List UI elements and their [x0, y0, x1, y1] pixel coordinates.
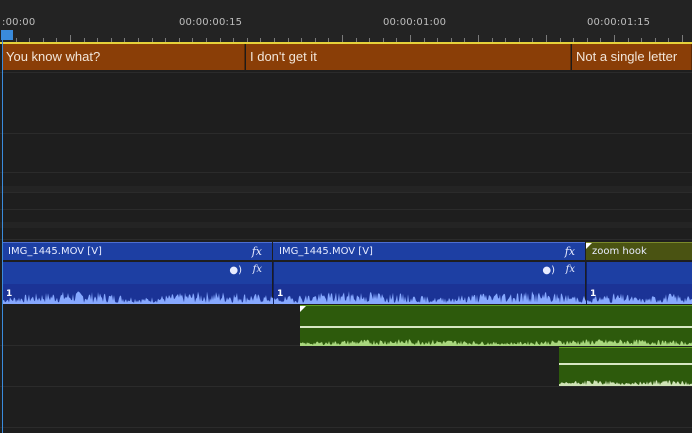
- track-divider: [0, 386, 692, 387]
- fx-badge-icon[interactable]: fx: [566, 264, 575, 275]
- timecode-label: 00:00:00:15: [179, 17, 243, 28]
- ruler-tick: [682, 35, 683, 42]
- ruler-tick: [410, 35, 411, 42]
- caption-clip[interactable]: You know what?: [2, 44, 245, 70]
- music-waveform: [300, 339, 692, 346]
- waveform-shape: [587, 293, 692, 304]
- waveform-band: [3, 284, 273, 304]
- ruler-tick: [70, 35, 71, 42]
- ruler-tick: [478, 35, 479, 42]
- ruler-tick: [546, 35, 547, 42]
- sfx-waveform: [559, 380, 692, 386]
- playhead-handle[interactable]: [1, 30, 13, 40]
- voice-enhance-icon[interactable]: ●): [542, 265, 555, 276]
- voice-enhance-icon[interactable]: ●): [229, 265, 242, 276]
- fx-badge-icon[interactable]: fx: [252, 243, 262, 260]
- waveform-band: [587, 284, 692, 304]
- caption-track: You know what? I don't get it Not a sing…: [0, 44, 692, 70]
- adjustment-layer-clip[interactable]: zoom hook: [586, 242, 692, 260]
- audio-clip[interactable]: ●) fx 1: [273, 262, 586, 304]
- waveform-shape: [274, 291, 586, 304]
- sfx-audio-clip[interactable]: [559, 347, 692, 386]
- time-ruler[interactable]: :00:00 00:00:00:15 00:00:01:00 00:00:01:…: [0, 0, 692, 42]
- video-clip[interactable]: IMG_1445.MOV [V] fx: [273, 242, 585, 260]
- audio-clip[interactable]: 1: [586, 262, 692, 304]
- track-divider: [0, 72, 692, 73]
- track-divider: [0, 209, 692, 210]
- timecode-label: 00:00:01:00: [383, 17, 447, 28]
- waveform-band: [274, 284, 586, 304]
- caption-clip[interactable]: Not a single letter: [572, 44, 692, 70]
- audio-waveform: [274, 291, 586, 304]
- waveform-shape: [300, 339, 692, 346]
- track-divider: [0, 172, 692, 173]
- audio-clip[interactable]: ●) fx 1: [2, 262, 273, 304]
- clip-start-marker-icon: [586, 243, 592, 249]
- music-audio-clip[interactable]: [300, 305, 692, 346]
- fx-badge-icon[interactable]: fx: [253, 264, 262, 275]
- waveform-shape: [3, 291, 273, 304]
- video-clip[interactable]: IMG_1445.MOV [V] fx: [2, 242, 272, 260]
- track-divider: [0, 192, 692, 193]
- fx-badge-icon[interactable]: fx: [565, 243, 575, 260]
- clip-start-marker-icon: [300, 306, 306, 312]
- ruler-tick: [614, 35, 615, 42]
- volume-line[interactable]: [559, 363, 692, 365]
- audio-channel-number: 1: [277, 289, 284, 299]
- track-divider: [0, 222, 692, 228]
- playhead-line[interactable]: [2, 40, 3, 433]
- adjustment-clip-name: zoom hook: [592, 246, 647, 257]
- track-divider: [0, 427, 692, 428]
- track-divider: [0, 133, 692, 134]
- audio-waveform: [3, 291, 273, 304]
- caption-clip[interactable]: I don't get it: [246, 44, 571, 70]
- timecode-label: :00:00: [2, 17, 36, 28]
- audio-waveform: [587, 293, 692, 304]
- audio-channel-number: 1: [590, 289, 597, 299]
- ruler-tick: [342, 35, 343, 42]
- track-divider: [0, 239, 692, 240]
- video-clip-name: IMG_1445.MOV [V]: [279, 246, 373, 257]
- audio-channel-number: 1: [6, 289, 13, 299]
- video-clip-name: IMG_1445.MOV [V]: [8, 246, 102, 257]
- waveform-shape: [559, 380, 692, 386]
- timecode-label: 00:00:01:15: [587, 17, 651, 28]
